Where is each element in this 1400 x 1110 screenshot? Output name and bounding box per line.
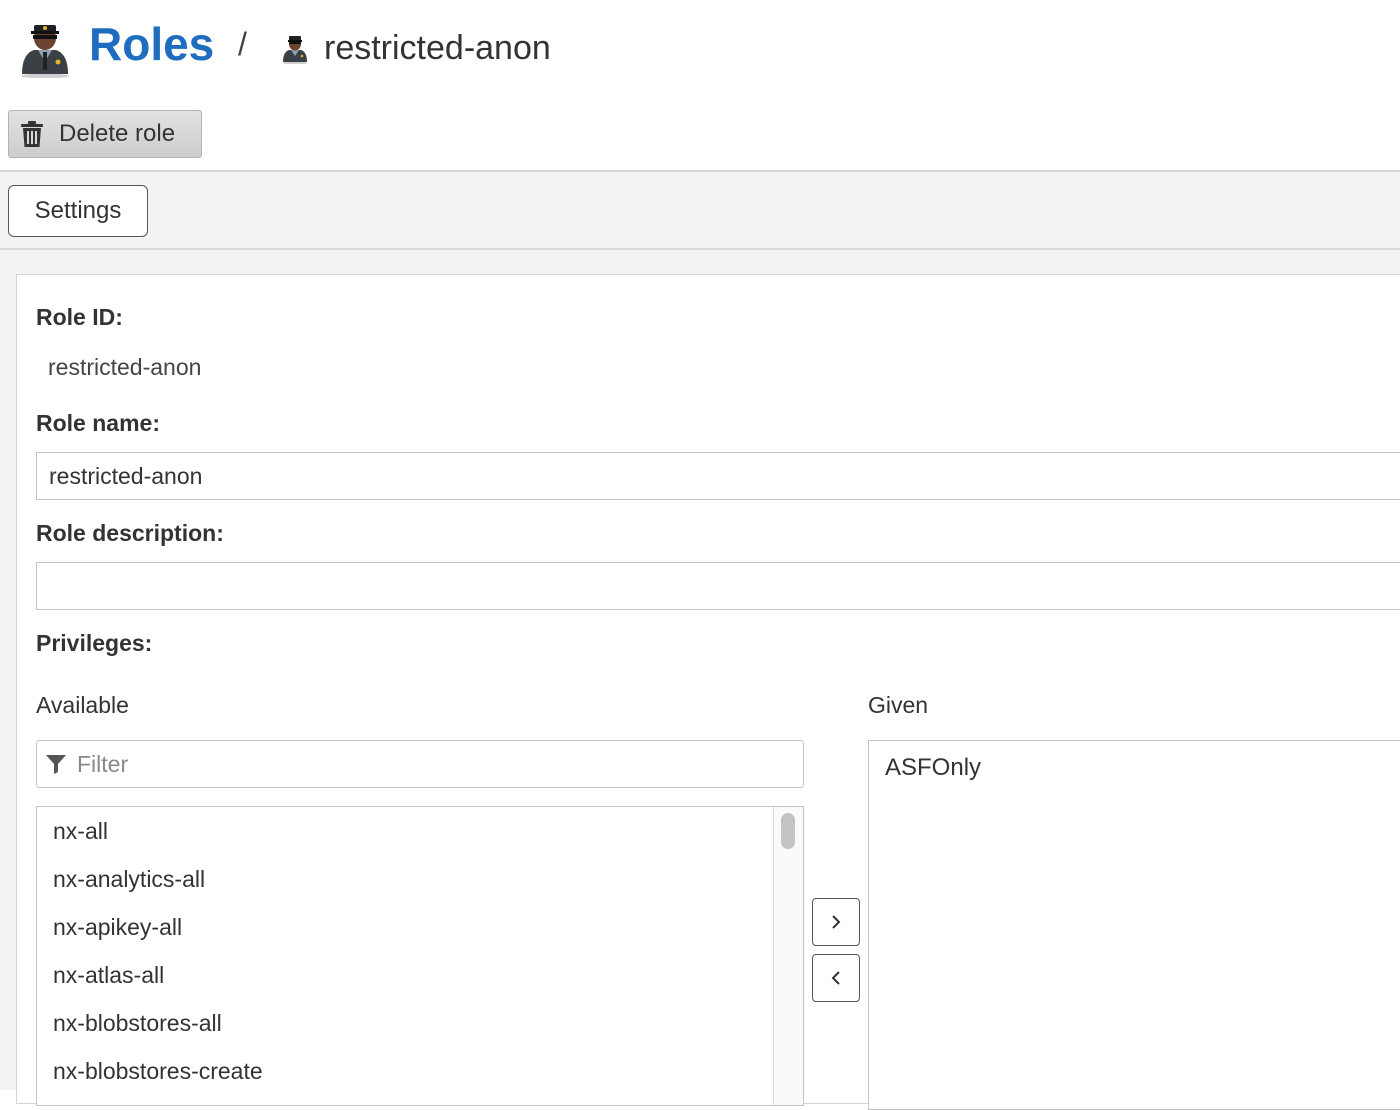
tab-settings[interactable]: Settings xyxy=(8,185,148,237)
breadcrumb-separator: / xyxy=(238,26,247,62)
list-item[interactable]: nx-blobstores-create xyxy=(37,1047,803,1095)
scrollbar[interactable] xyxy=(773,807,803,1105)
delete-role-label: Delete role xyxy=(59,120,176,147)
role-description-label: Role description: xyxy=(36,520,224,546)
list-item[interactable]: nx-analytics-all xyxy=(37,855,803,903)
chevron-right-icon xyxy=(832,915,841,929)
privileges-label: Privileges: xyxy=(36,630,153,656)
add-privilege-button[interactable] xyxy=(812,898,860,946)
role-description-field[interactable] xyxy=(36,562,1400,610)
page-header: Roles / restricted-anon xyxy=(0,0,1400,100)
scrollbar-thumb[interactable] xyxy=(781,813,795,849)
role-id-value: restricted-anon xyxy=(48,354,202,380)
delete-role-button[interactable]: Delete role xyxy=(8,110,202,158)
breadcrumb-roles-link[interactable]: Roles xyxy=(89,16,214,72)
list-item[interactable]: nx-atlas-all xyxy=(37,951,803,999)
given-privileges-list[interactable]: ASFOnly xyxy=(868,740,1400,1110)
user-officer-icon xyxy=(283,36,307,64)
filter-icon xyxy=(46,755,66,774)
breadcrumb-current-role: restricted-anon xyxy=(324,29,551,67)
role-name-value: restricted-anon xyxy=(49,462,203,489)
role-name-field[interactable]: restricted-anon xyxy=(36,452,1400,500)
chevron-left-icon xyxy=(831,971,840,985)
list-item[interactable]: ASFOnly xyxy=(869,743,1400,793)
role-id-label: Role ID: xyxy=(36,304,123,330)
toolbar: Delete role xyxy=(0,100,1400,170)
list-item[interactable]: nx-blobstores-all xyxy=(37,999,803,1047)
available-label: Available xyxy=(36,692,129,718)
user-officer-icon xyxy=(21,25,69,78)
tab-bar: Settings xyxy=(0,170,1400,250)
role-name-label: Role name: xyxy=(36,410,160,436)
list-item[interactable]: nx-all xyxy=(37,807,803,855)
available-privileges-list[interactable]: nx-all nx-analytics-all nx-apikey-all nx… xyxy=(36,806,804,1106)
remove-privilege-button[interactable] xyxy=(812,954,860,1002)
filter-placeholder: Filter xyxy=(77,750,129,777)
trash-icon xyxy=(21,121,43,147)
privileges-filter-input[interactable]: Filter xyxy=(36,740,804,788)
list-item[interactable]: nx-apikey-all xyxy=(37,903,803,951)
given-label: Given xyxy=(868,692,929,718)
